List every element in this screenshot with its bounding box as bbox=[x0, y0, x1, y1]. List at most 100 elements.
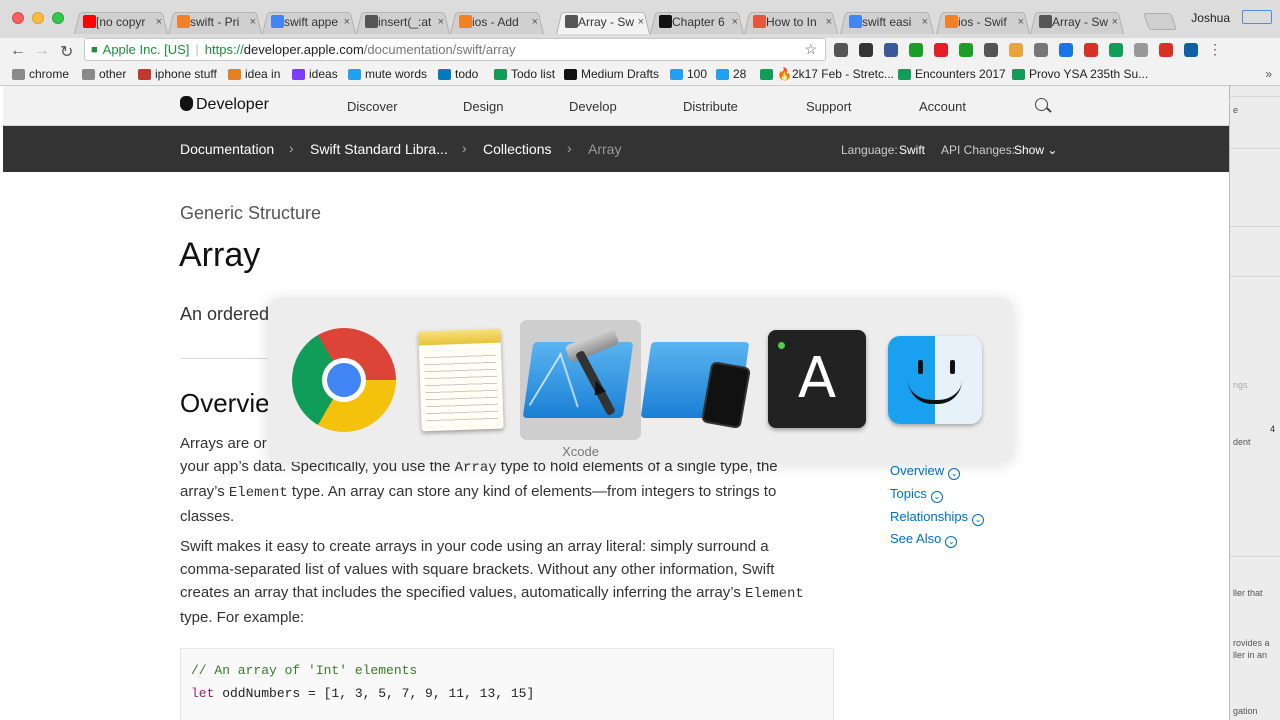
breadcrumb-standard-library[interactable]: Swift Standard Libra... bbox=[310, 141, 448, 157]
extension-icon[interactable] bbox=[1084, 43, 1098, 57]
jump-link-overview[interactable]: Overview ⌄ bbox=[890, 463, 961, 480]
bookmark-item[interactable]: ideas bbox=[292, 67, 338, 81]
nav-account[interactable]: Account bbox=[919, 99, 966, 114]
minimize-window-button[interactable] bbox=[32, 12, 44, 24]
panel-text: ller in an bbox=[1233, 650, 1268, 660]
nav-distribute[interactable]: Distribute bbox=[683, 99, 738, 114]
extension-icon[interactable] bbox=[1159, 43, 1173, 57]
code-listing: // An array of 'Int' elements let oddNum… bbox=[180, 648, 834, 720]
browser-tab[interactable]: Chapter 6 × bbox=[650, 9, 744, 34]
browser-tab[interactable]: swift easi × bbox=[840, 9, 934, 34]
extension-icon[interactable] bbox=[984, 43, 998, 57]
tab-close-icon[interactable]: × bbox=[1112, 16, 1118, 28]
close-window-button[interactable] bbox=[12, 12, 24, 24]
extension-icon[interactable] bbox=[1034, 43, 1048, 57]
extension-icon[interactable] bbox=[909, 43, 923, 57]
bookmark-item[interactable]: chrome bbox=[12, 67, 69, 81]
browser-tab[interactable]: How to In × bbox=[744, 9, 838, 34]
bookmark-item[interactable]: 28 bbox=[716, 67, 746, 81]
overview-paragraph-2: Swift makes it easy to create arrays in … bbox=[180, 535, 830, 629]
tab-close-icon[interactable]: × bbox=[922, 16, 928, 28]
font-book-icon[interactable]: A bbox=[768, 330, 866, 428]
stackoverflow-icon bbox=[945, 15, 958, 28]
bookmark-icon bbox=[12, 68, 25, 80]
search-icon[interactable] bbox=[1035, 98, 1048, 111]
extension-icon[interactable] bbox=[934, 43, 948, 57]
chrome-icon[interactable] bbox=[292, 328, 396, 432]
address-bar[interactable]: ■ Apple Inc. [US] | https://developer.ap… bbox=[84, 38, 826, 61]
panel-stepper-value[interactable]: 4 bbox=[1270, 424, 1275, 434]
bookmark-item[interactable]: Todo list bbox=[494, 67, 555, 81]
extension-icon[interactable] bbox=[1109, 43, 1123, 57]
bookmark-label: ideas bbox=[309, 67, 338, 81]
tab-close-icon[interactable]: × bbox=[344, 16, 350, 28]
bookmark-item[interactable]: todo bbox=[438, 67, 478, 81]
developer-logo[interactable]: Developer bbox=[180, 96, 269, 114]
jump-link-topics[interactable]: Topics ⌄ bbox=[890, 486, 943, 503]
nav-develop[interactable]: Develop bbox=[569, 99, 617, 114]
browser-tab[interactable]: swift appe × bbox=[262, 9, 356, 34]
app-switcher: A Xcode bbox=[268, 298, 1013, 462]
zoom-window-button[interactable] bbox=[52, 12, 64, 24]
browser-tab[interactable]: Array - Sw × bbox=[1030, 9, 1124, 34]
bookmark-item[interactable]: Encounters 2017 bbox=[898, 67, 1006, 81]
extension-icon[interactable] bbox=[884, 43, 898, 57]
language-value[interactable]: Swift bbox=[899, 143, 925, 157]
notes-icon[interactable] bbox=[418, 328, 504, 432]
panel-divider bbox=[1230, 96, 1280, 97]
tab-close-icon[interactable]: × bbox=[1018, 16, 1024, 28]
nav-design[interactable]: Design bbox=[463, 99, 503, 114]
browser-tab[interactable]: ios - Add × bbox=[450, 9, 544, 34]
bookmark-item[interactable]: 🔥2k17 Feb - Stretc... bbox=[760, 67, 894, 81]
code-voice[interactable]: Element bbox=[229, 485, 288, 501]
new-tab-button[interactable] bbox=[1142, 13, 1178, 30]
ev-cert-org: Apple Inc. [US] bbox=[102, 42, 190, 57]
nav-support[interactable]: Support bbox=[806, 99, 852, 114]
finder-icon[interactable] bbox=[888, 336, 982, 424]
jump-link-relationships[interactable]: Relationships ⌄ bbox=[890, 509, 985, 526]
code-voice[interactable]: Array bbox=[455, 460, 497, 476]
breadcrumb-documentation[interactable]: Documentation bbox=[180, 141, 274, 157]
tab-close-icon[interactable]: × bbox=[156, 16, 162, 28]
browser-tab[interactable]: Array - Sw × bbox=[556, 9, 650, 34]
back-icon[interactable]: ← bbox=[10, 42, 26, 60]
extension-icon[interactable] bbox=[834, 43, 848, 57]
finder-eye bbox=[950, 360, 955, 374]
extension-icon[interactable] bbox=[1009, 43, 1023, 57]
tab-close-icon[interactable]: × bbox=[438, 16, 444, 28]
bookmark-item[interactable]: 100 bbox=[670, 67, 707, 81]
tab-close-icon[interactable]: × bbox=[732, 16, 738, 28]
bookmark-item[interactable]: idea in bbox=[228, 67, 280, 81]
extension-icon[interactable] bbox=[859, 43, 873, 57]
extension-icon[interactable] bbox=[1059, 43, 1073, 57]
extension-icon[interactable] bbox=[959, 43, 973, 57]
bookmark-star-icon[interactable]: ☆ bbox=[804, 41, 817, 58]
tab-close-icon[interactable]: × bbox=[638, 16, 644, 28]
nav-discover[interactable]: Discover bbox=[347, 99, 398, 114]
code-voice[interactable]: Element bbox=[745, 586, 804, 602]
text-run: creates an array that includes the speci… bbox=[180, 584, 746, 601]
forward-icon[interactable]: → bbox=[34, 42, 50, 60]
tab-close-icon[interactable]: × bbox=[826, 16, 832, 28]
browser-tab[interactable]: [no copyr × bbox=[74, 9, 168, 34]
bookmark-item[interactable]: Provo YSA 235th Su... bbox=[1012, 67, 1148, 81]
tab-close-icon[interactable]: × bbox=[532, 16, 538, 28]
bookmark-item[interactable]: Medium Drafts bbox=[564, 67, 659, 81]
browser-tab[interactable]: ios - Swif × bbox=[936, 9, 1030, 34]
api-changes-toggle[interactable]: Show ⌄ bbox=[1014, 143, 1057, 157]
bookmark-item[interactable]: mute words bbox=[348, 67, 427, 81]
profile-name[interactable]: Joshua bbox=[1191, 11, 1230, 25]
menu-icon[interactable]: ⋮ bbox=[1208, 41, 1222, 58]
browser-tab[interactable]: insert(_:at × bbox=[356, 9, 450, 34]
reload-icon[interactable]: ↻ bbox=[60, 42, 73, 62]
bookmark-item[interactable]: other bbox=[82, 67, 126, 81]
browser-tab[interactable]: swift - Pri × bbox=[168, 9, 262, 34]
tab-close-icon[interactable]: × bbox=[250, 16, 256, 28]
extension-icon[interactable] bbox=[1134, 43, 1148, 57]
breadcrumb-collections[interactable]: Collections bbox=[483, 141, 551, 157]
jump-link-see-also[interactable]: See Also ⌄ bbox=[890, 531, 958, 548]
bookmark-item[interactable]: iphone stuff bbox=[138, 67, 217, 81]
bookmarks-overflow-icon[interactable]: » bbox=[1265, 67, 1272, 81]
window-controls-icon[interactable] bbox=[1242, 10, 1272, 24]
extension-icon[interactable] bbox=[1184, 43, 1198, 57]
